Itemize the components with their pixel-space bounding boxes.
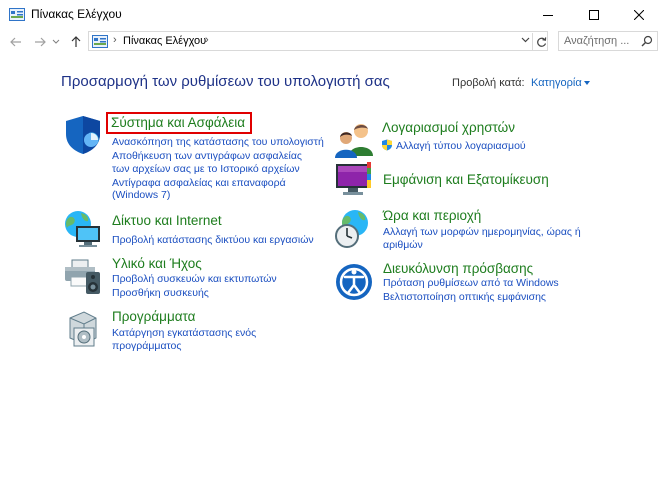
- programs-icon[interactable]: [62, 308, 104, 350]
- view-by-label: Προβολή κατά:: [452, 77, 525, 89]
- link-backup-restore[interactable]: Αντίγραφα ασφαλείας και επαναφορά: [112, 177, 286, 189]
- arrow-right-icon: [35, 37, 46, 47]
- clock-globe-icon[interactable]: [333, 208, 375, 250]
- category-user-accounts[interactable]: Λογαριασμοί χρηστών: [382, 120, 515, 135]
- appearance-monitor-icon[interactable]: [333, 158, 375, 200]
- search-icon: [641, 35, 653, 47]
- link-backup-restore-windows7[interactable]: (Windows 7): [112, 189, 170, 201]
- back-button[interactable]: [6, 32, 26, 52]
- link-file-history[interactable]: των αρχείων σας με το Ιστορικό αρχείων: [112, 163, 300, 175]
- chevron-down-icon[interactable]: [521, 37, 530, 43]
- close-button[interactable]: [616, 0, 662, 30]
- system-security-shield-icon[interactable]: [62, 114, 104, 156]
- uac-shield-icon: [382, 139, 392, 151]
- control-panel-icon: [9, 8, 25, 21]
- category-appearance[interactable]: Εμφάνιση και Εξατομίκευση: [383, 172, 549, 187]
- user-accounts-icon[interactable]: [333, 120, 375, 162]
- link-review-computer-status[interactable]: Ανασκόπηση της κατάστασης του υπολογιστή: [112, 136, 324, 148]
- link-change-number-formats[interactable]: αριθμών: [383, 239, 423, 251]
- breadcrumb-control-panel[interactable]: Πίνακας Ελέγχου: [123, 35, 206, 47]
- up-button[interactable]: [66, 32, 86, 52]
- address-bar[interactable]: › Πίνακας Ελέγχου ›: [88, 31, 548, 51]
- printer-speaker-icon[interactable]: [62, 254, 104, 296]
- category-network-internet[interactable]: Δίκτυο και Internet: [112, 213, 222, 228]
- breadcrumb-separator-icon[interactable]: ›: [205, 34, 209, 46]
- link-network-status[interactable]: Προβολή κατάστασης δικτύου και εργασιών: [112, 234, 314, 246]
- link-suggest-settings[interactable]: Πρόταση ρυθμίσεων από τα Windows: [383, 277, 559, 289]
- category-system-security[interactable]: Σύστημα και Ασφάλεια: [111, 115, 245, 130]
- maximize-button[interactable]: [571, 0, 617, 30]
- navigation-bar: › Πίνακας Ελέγχου › Αναζήτηση ...: [0, 30, 662, 54]
- ease-of-access-icon[interactable]: [333, 261, 375, 303]
- forward-button[interactable]: [30, 32, 50, 52]
- category-programs[interactable]: Προγράμματα: [112, 309, 195, 324]
- search-box[interactable]: Αναζήτηση ...: [558, 31, 658, 51]
- network-globe-icon[interactable]: [62, 208, 104, 250]
- link-optimize-visual-display[interactable]: Βελτιστοποίηση οπτικής εμφάνισης: [383, 291, 546, 303]
- close-icon: [634, 10, 644, 20]
- arrow-left-icon: [10, 37, 21, 47]
- recent-locations-button[interactable]: [49, 32, 63, 52]
- maximize-icon: [589, 10, 599, 20]
- link-change-date-time-formats[interactable]: Αλλαγή των μορφών ημερομηνίας, ώρας ή: [383, 226, 581, 238]
- category-clock-region[interactable]: Ώρα και περιοχή: [383, 208, 481, 223]
- breadcrumb-separator-icon[interactable]: ›: [113, 34, 117, 46]
- chevron-down-icon: [52, 39, 60, 44]
- arrow-up-icon: [71, 36, 81, 47]
- link-change-account-type[interactable]: Αλλαγή τύπου λογαριασμού: [396, 140, 526, 152]
- search-input[interactable]: Αναζήτηση ...: [564, 35, 634, 47]
- link-save-backup-copies[interactable]: Αποθήκευση των αντιγράφων ασφαλείας: [112, 150, 302, 162]
- view-by-dropdown[interactable]: Κατηγορία: [531, 77, 582, 89]
- link-uninstall-program-cont[interactable]: προγράμματος: [112, 340, 181, 352]
- link-uninstall-program[interactable]: Κατάργηση εγκατάστασης ενός: [112, 327, 256, 339]
- link-add-device[interactable]: Προσθήκη συσκευής: [112, 287, 209, 299]
- category-ease-of-access[interactable]: Διευκόλυνση πρόσβασης: [383, 261, 533, 276]
- chevron-down-icon[interactable]: [584, 81, 590, 85]
- page-heading: Προσαρμογή των ρυθμίσεων του υπολογιστή …: [61, 73, 390, 90]
- minimize-icon: [543, 15, 553, 16]
- window-title: Πίνακας Ελέγχου: [31, 7, 122, 21]
- category-hardware-sound[interactable]: Υλικό και Ήχος: [112, 256, 202, 271]
- control-panel-icon: [92, 35, 108, 48]
- title-bar: Πίνακας Ελέγχου: [0, 0, 662, 30]
- link-devices-printers[interactable]: Προβολή συσκευών και εκτυπωτών: [112, 273, 277, 285]
- minimize-button[interactable]: [525, 0, 571, 30]
- refresh-icon: [537, 36, 547, 47]
- refresh-button[interactable]: [532, 33, 550, 51]
